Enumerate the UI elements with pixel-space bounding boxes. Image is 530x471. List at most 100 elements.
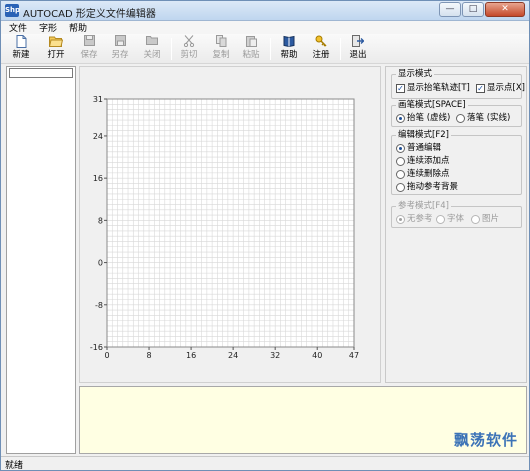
status-text: 就绪 (5, 461, 24, 471)
delete-points-radio[interactable]: 连续删除点 (396, 169, 450, 180)
register-button[interactable]: 注册 (307, 35, 335, 63)
x-tick-label: 47 (349, 351, 359, 360)
save-as-button[interactable]: 另存 (106, 35, 134, 63)
cut-label: 剪切 (180, 50, 198, 60)
x-tick-label: 40 (312, 351, 322, 360)
x-tick-label: 32 (270, 351, 280, 360)
definition-text-area[interactable]: 飘荡软件 (79, 386, 527, 454)
pen-up-radio[interactable]: 抬笔 (虚线) (396, 113, 450, 124)
close-file-button[interactable]: 关闭 (138, 35, 166, 63)
toolbar: 新建 打开 保存 另存 关闭 剪切 复制 粘贴 帮助 注册 退出 (1, 34, 529, 64)
drag-background-label: 拖动参考背景 (407, 182, 459, 192)
cut-button[interactable]: 剪切 (175, 35, 203, 63)
maximize-button[interactable]: □ (462, 2, 484, 17)
radio-unselected-icon (456, 114, 465, 123)
no-reference-label: 无参考 (407, 214, 433, 224)
display-mode-group: 显示模式 ✓ 显示抬笔轨迹[T] ✓ 显示点[X] (391, 69, 525, 99)
y-tick-label: -8 (95, 301, 103, 310)
cut-icon (175, 35, 203, 49)
font-reference-radio[interactable]: 字体 (436, 214, 464, 225)
mode-panel: 显示模式 ✓ 显示抬笔轨迹[T] ✓ 显示点[X] 画笔模式[SPACE] 抬笔… (385, 66, 527, 383)
exit-label: 退出 (349, 50, 367, 60)
pen-mode-title: 画笔模式[SPACE] (396, 100, 468, 111)
drag-background-radio[interactable]: 拖动参考背景 (396, 182, 458, 193)
y-tick-label: 0 (98, 259, 103, 268)
radio-unselected-icon (436, 215, 445, 224)
grid-canvas[interactable]: 0 8 16 24 32 40 47 31 24 16 8 0 -8 -16 (80, 67, 382, 384)
glyph-list-panel[interactable] (6, 66, 76, 454)
x-tick-label: 0 (104, 351, 109, 360)
menu-help[interactable]: 帮助 (69, 21, 87, 34)
show-points-label: 显示点[X] (487, 83, 525, 93)
normal-edit-radio[interactable]: 普通编辑 (396, 143, 441, 154)
new-button[interactable]: 新建 (7, 35, 35, 63)
exit-button[interactable]: 退出 (344, 35, 372, 63)
help-book-icon (275, 35, 303, 49)
save-icon (75, 35, 103, 49)
edit-canvas[interactable]: 0 8 16 24 32 40 47 31 24 16 8 0 -8 -16 (79, 66, 381, 383)
toolbar-separator (171, 38, 172, 60)
new-file-icon (7, 35, 35, 49)
y-tick-label: 31 (93, 95, 103, 104)
add-points-radio[interactable]: 连续添加点 (396, 156, 450, 167)
checkbox-checked-icon: ✓ (396, 84, 405, 93)
edit-mode-group: 编辑模式[F2] 普通编辑 连续添加点 连续删除点 拖动参考背景 (391, 130, 522, 195)
pen-mode-group: 画笔模式[SPACE] 抬笔 (虚线) 落笔 (实线) (391, 100, 522, 127)
close-file-icon (138, 35, 166, 49)
open-button[interactable]: 打开 (42, 35, 70, 63)
x-tick-label: 8 (146, 351, 151, 360)
window-controls: — □ ✕ (439, 2, 525, 17)
open-folder-icon (42, 35, 70, 49)
copy-button[interactable]: 复制 (207, 35, 235, 63)
save-button[interactable]: 保存 (75, 35, 103, 63)
watermark: 飘荡软件 (453, 431, 518, 449)
exit-icon (344, 35, 372, 49)
title-bar[interactable]: Shp AUTOCAD 形定义文件编辑器 — □ ✕ (1, 1, 529, 21)
radio-selected-icon (396, 144, 405, 153)
radio-selected-icon (396, 114, 405, 123)
save-label: 保存 (80, 50, 98, 60)
y-tick-label: 16 (93, 174, 103, 183)
reference-mode-group: 参考模式[F4] 无参考 字体 图片 (391, 201, 522, 228)
pen-down-radio[interactable]: 落笔 (实线) (456, 113, 510, 124)
edit-mode-title: 编辑模式[F2] (396, 130, 451, 141)
app-icon: Shp (5, 4, 20, 17)
y-tick-label: -16 (90, 343, 103, 352)
no-reference-radio[interactable]: 无参考 (396, 214, 433, 225)
y-tick-label: 24 (93, 132, 103, 141)
close-file-label: 关闭 (143, 50, 161, 60)
radio-unselected-icon (396, 157, 405, 166)
new-label: 新建 (12, 50, 30, 60)
menu-bar: 文件 字形 帮助 (1, 21, 529, 34)
image-reference-label: 图片 (482, 214, 500, 224)
x-tick-label: 16 (186, 351, 196, 360)
show-points-checkbox[interactable]: ✓ 显示点[X] (476, 83, 525, 94)
show-pen-track-label: 显示抬笔轨迹[T] (407, 83, 470, 93)
radio-unselected-icon (396, 183, 405, 192)
register-label: 注册 (312, 50, 330, 60)
toolbar-separator (270, 38, 271, 60)
menu-file[interactable]: 文件 (9, 21, 27, 34)
glyph-search-input[interactable] (9, 68, 73, 78)
open-label: 打开 (47, 50, 65, 60)
minimize-button[interactable]: — (439, 2, 461, 17)
copy-icon (207, 35, 235, 49)
paste-button[interactable]: 粘贴 (237, 35, 265, 63)
copy-label: 复制 (212, 50, 230, 60)
menu-glyph[interactable]: 字形 (39, 21, 57, 34)
display-mode-title: 显示模式 (396, 69, 435, 80)
x-tick-label: 24 (228, 351, 238, 360)
app-window: Shp AUTOCAD 形定义文件编辑器 — □ ✕ 文件 字形 帮助 新建 打… (0, 0, 530, 471)
register-key-icon (307, 35, 335, 49)
show-pen-track-checkbox[interactable]: ✓ 显示抬笔轨迹[T] (396, 83, 470, 94)
help-button[interactable]: 帮助 (275, 35, 303, 63)
close-button[interactable]: ✕ (485, 2, 525, 17)
reference-mode-title: 参考模式[F4] (396, 201, 451, 212)
font-reference-label: 字体 (447, 214, 465, 224)
radio-unselected-icon (396, 170, 405, 179)
save-as-icon (106, 35, 134, 49)
image-reference-radio[interactable]: 图片 (471, 214, 499, 225)
paste-icon (237, 35, 265, 49)
y-tick-label: 8 (98, 216, 103, 225)
delete-points-label: 连续删除点 (407, 169, 450, 179)
